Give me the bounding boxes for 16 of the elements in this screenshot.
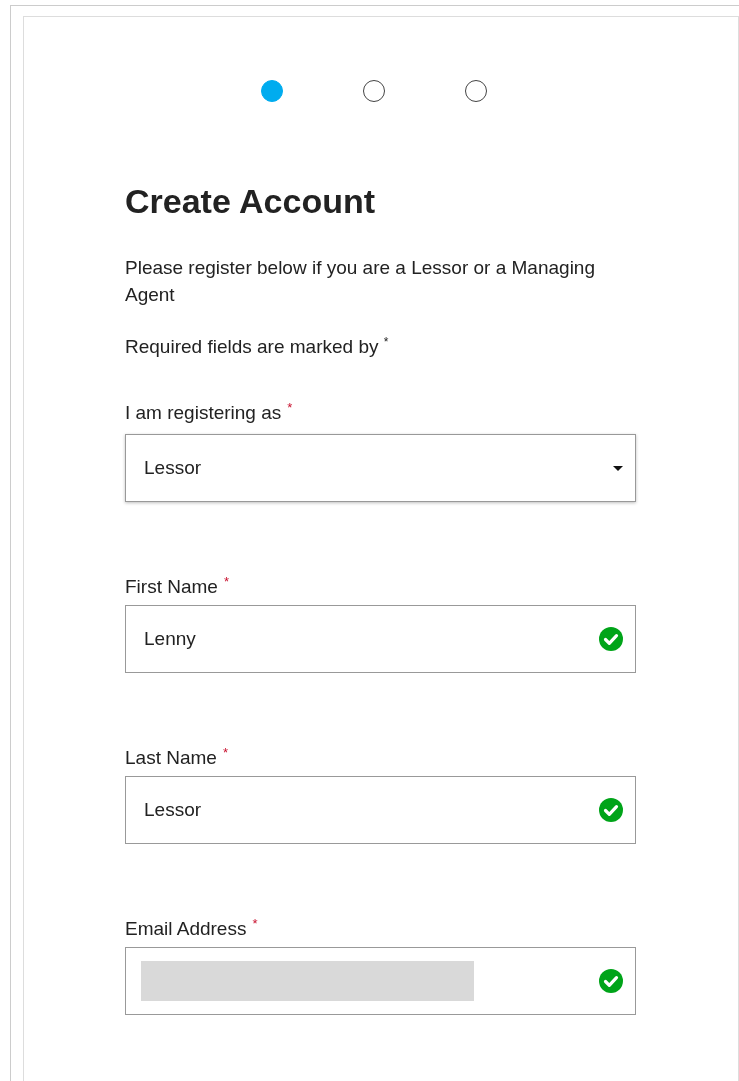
required-asterisk: *	[252, 916, 258, 933]
input-field[interactable]: Lessor	[125, 776, 636, 845]
dropdown-field[interactable]: Lessor	[125, 434, 636, 503]
required-asterisk: *	[222, 745, 228, 762]
caret-icon	[613, 465, 623, 471]
required-asterisk: *	[287, 400, 293, 417]
field-label: Email Address	[125, 917, 247, 942]
page-title: Create Account	[125, 181, 377, 221]
field-label: First Name	[125, 575, 218, 600]
input-field[interactable]: Lenny	[125, 605, 636, 674]
intro-text: Please register below if you are a Lessor or a Managing Agent	[125, 256, 596, 307]
required-asterisk: *	[223, 574, 229, 591]
field-label: I am registering as	[125, 401, 282, 426]
input-field[interactable]	[125, 947, 636, 1016]
field-label: Last Name	[125, 746, 217, 771]
required-note: Required fields are marked by $^{*}$	[125, 334, 390, 360]
